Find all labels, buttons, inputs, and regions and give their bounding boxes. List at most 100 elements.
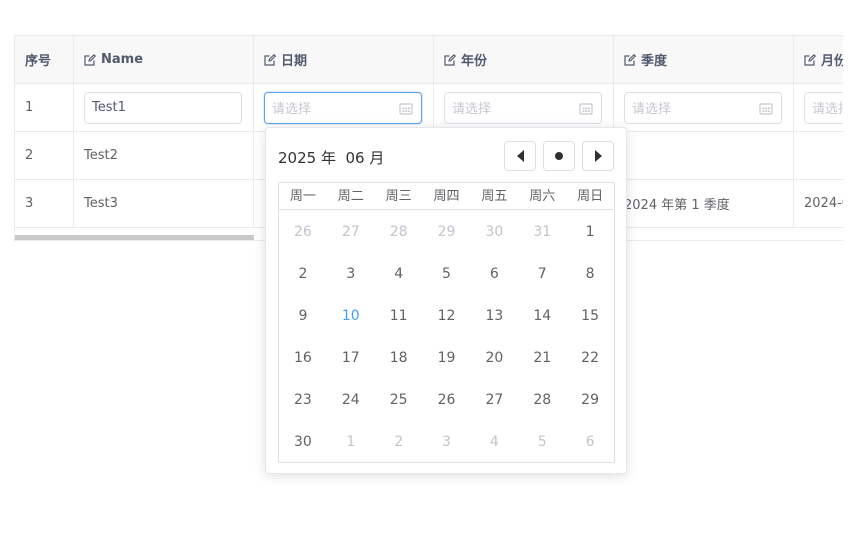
- name-cell[interactable]: Test2: [74, 132, 254, 180]
- date-cell: 请选择: [254, 84, 434, 132]
- calendar-day[interactable]: 20: [470, 337, 518, 379]
- month-cell[interactable]: [794, 132, 843, 180]
- calendar-day[interactable]: 21: [518, 337, 566, 379]
- date-picker-input[interactable]: 请选择: [264, 91, 422, 124]
- row-index: 2: [15, 132, 74, 180]
- calendar-day[interactable]: 18: [375, 337, 423, 379]
- calendar-day[interactable]: 15: [566, 295, 614, 337]
- month-picker-input[interactable]: 请选择: [804, 91, 843, 124]
- calendar-day[interactable]: 13: [470, 295, 518, 337]
- calendar-month[interactable]: 06 月: [346, 149, 385, 167]
- calendar-week: 16 17 18 19 20 21 22: [279, 337, 614, 379]
- weekday-label: 周一: [289, 189, 316, 204]
- weekday-label: 周四: [433, 189, 460, 204]
- calendar-day[interactable]: 5: [518, 421, 566, 463]
- calendar-day[interactable]: 27: [470, 379, 518, 421]
- calendar-header-title: 2025 年 06 月: [278, 147, 384, 168]
- triangle-right-icon: [594, 150, 602, 162]
- month-cell[interactable]: 2024-0: [794, 180, 843, 228]
- calendar-day[interactable]: 6: [470, 253, 518, 295]
- month-cell: 请选择: [794, 84, 843, 132]
- quarter-cell[interactable]: 2024 年第 1 季度: [614, 180, 794, 228]
- calendar-day[interactable]: 28: [375, 211, 423, 253]
- weekday-label: 周五: [481, 189, 508, 204]
- year-picker-input[interactable]: 请选择: [444, 91, 602, 124]
- row-index: 1: [15, 84, 74, 132]
- calendar-week: 26 27 28 29 30 31 1: [279, 211, 614, 253]
- weekday-label: 周日: [577, 189, 604, 204]
- name-cell: Test1: [74, 84, 254, 132]
- horizontal-scrollbar[interactable]: [15, 235, 254, 240]
- calendar-day[interactable]: 22: [566, 337, 614, 379]
- date-picker-popup: 2025 年 06 月 周一 周二 周三 周四 周五 周六 周日 26 27 2…: [265, 127, 627, 474]
- calendar-icon: [759, 102, 773, 115]
- calendar-day[interactable]: 29: [423, 211, 471, 253]
- name-cell[interactable]: Test3: [74, 180, 254, 228]
- edit-icon: [444, 53, 456, 66]
- calendar-day[interactable]: 25: [375, 379, 423, 421]
- dot-icon: [555, 152, 563, 160]
- edit-icon: [804, 53, 816, 66]
- quarter-picker-input[interactable]: 请选择: [624, 91, 782, 124]
- calendar-week: 2 3 4 5 6 7 8: [279, 253, 614, 295]
- calendar-day[interactable]: 1: [566, 211, 614, 253]
- calendar-day[interactable]: 11: [375, 295, 423, 337]
- next-month-button[interactable]: [582, 141, 614, 171]
- weekday-label: 周六: [529, 189, 556, 204]
- calendar-day[interactable]: 23: [279, 379, 327, 421]
- calendar-day[interactable]: 6: [566, 421, 614, 463]
- edit-icon: [264, 53, 276, 66]
- name-input[interactable]: Test1: [84, 91, 242, 124]
- calendar-icon: [579, 102, 593, 115]
- calendar-week: 9 10 11 12 13 14 15: [279, 295, 614, 337]
- calendar-year[interactable]: 2025 年: [278, 149, 336, 167]
- weekday-header: 周一 周二 周三 周四 周五 周六 周日: [279, 183, 614, 210]
- calendar-day[interactable]: 2: [375, 421, 423, 463]
- header-quarter[interactable]: 季度: [614, 36, 794, 84]
- calendar-day[interactable]: 14: [518, 295, 566, 337]
- calendar-day[interactable]: 19: [423, 337, 471, 379]
- calendar-days: 26 27 28 29 30 31 1 2 3 4 5 6 7 8 9 10 1…: [279, 211, 614, 463]
- calendar-week: 23 24 25 26 27 28 29: [279, 379, 614, 421]
- header-date[interactable]: 日期: [254, 36, 434, 84]
- calendar-day[interactable]: 30: [279, 421, 327, 463]
- calendar-day[interactable]: 12: [423, 295, 471, 337]
- header-index: 序号: [15, 36, 74, 84]
- calendar-day[interactable]: 26: [423, 379, 471, 421]
- calendar-day[interactable]: 8: [566, 253, 614, 295]
- calendar-day[interactable]: 7: [518, 253, 566, 295]
- header-month[interactable]: 月份: [794, 36, 843, 84]
- row-index: 3: [15, 180, 74, 228]
- calendar-day[interactable]: 27: [327, 211, 375, 253]
- calendar-day[interactable]: 26: [279, 211, 327, 253]
- quarter-cell: 请选择: [614, 84, 794, 132]
- table-header: 序号 Name 日期 年份 季度 月份: [15, 36, 843, 84]
- calendar-day[interactable]: 1: [327, 421, 375, 463]
- edit-icon: [84, 53, 96, 66]
- header-year[interactable]: 年份: [434, 36, 614, 84]
- calendar-day[interactable]: 31: [518, 211, 566, 253]
- calendar-icon: [399, 102, 413, 115]
- header-name[interactable]: Name: [74, 36, 254, 84]
- calendar-week: 30 1 2 3 4 5 6: [279, 421, 614, 463]
- quarter-cell[interactable]: [614, 132, 794, 180]
- calendar-day[interactable]: 9: [279, 295, 327, 337]
- calendar-day[interactable]: 2: [279, 253, 327, 295]
- calendar-day[interactable]: 3: [423, 421, 471, 463]
- calendar-day[interactable]: 28: [518, 379, 566, 421]
- today-button[interactable]: [543, 141, 575, 171]
- calendar-grid: 周一 周二 周三 周四 周五 周六 周日 26 27 28 29 30 31 1…: [278, 182, 615, 463]
- calendar-day[interactable]: 4: [470, 421, 518, 463]
- prev-month-button[interactable]: [504, 141, 536, 171]
- calendar-day[interactable]: 16: [279, 337, 327, 379]
- weekday-label: 周三: [385, 189, 412, 204]
- edit-icon: [624, 53, 636, 66]
- calendar-day[interactable]: 17: [327, 337, 375, 379]
- calendar-day[interactable]: 4: [375, 253, 423, 295]
- calendar-day[interactable]: 29: [566, 379, 614, 421]
- calendar-day[interactable]: 30: [470, 211, 518, 253]
- calendar-day[interactable]: 5: [423, 253, 471, 295]
- calendar-day-today[interactable]: 10: [327, 295, 375, 337]
- calendar-day[interactable]: 24: [327, 379, 375, 421]
- calendar-day[interactable]: 3: [327, 253, 375, 295]
